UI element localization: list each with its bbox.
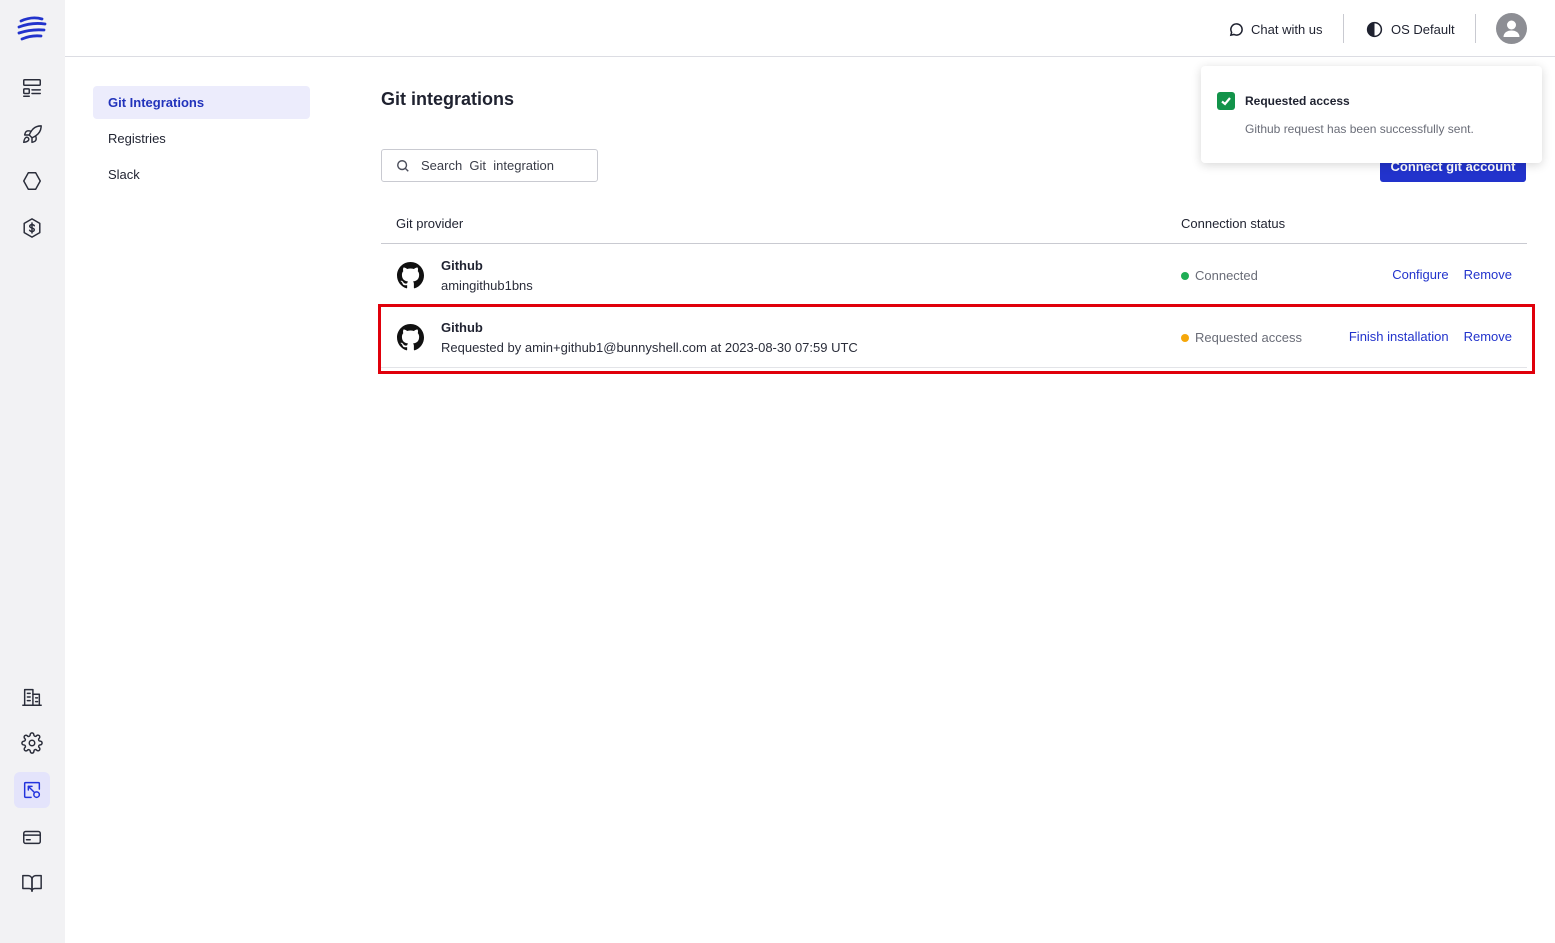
divider	[1475, 14, 1476, 43]
building-icon[interactable]	[14, 679, 50, 715]
search-icon	[397, 159, 409, 172]
column-header-status: Connection status	[1181, 216, 1286, 231]
subnav-item-git-integrations[interactable]: Git Integrations	[93, 86, 310, 119]
subnav-item-label: Registries	[108, 131, 166, 146]
remove-link[interactable]: Remove	[1464, 267, 1512, 282]
credit-card-icon[interactable]	[14, 819, 50, 855]
half-circle-contrast-icon	[1366, 21, 1383, 37]
provider-name: Github	[441, 258, 483, 273]
table-row: Github Requested by amin+github1@bunnysh…	[381, 306, 1527, 368]
subnav-item-slack[interactable]: Slack	[93, 158, 310, 191]
left-rail	[0, 0, 65, 943]
checkbox-success-icon	[1217, 92, 1235, 110]
connection-status: Requested access	[1181, 330, 1302, 345]
theme-label: OS Default	[1391, 21, 1455, 37]
subnav-item-label: Git Integrations	[108, 95, 205, 110]
logo-icon	[17, 16, 47, 41]
remove-link[interactable]: Remove	[1464, 329, 1512, 344]
gear-icon[interactable]	[14, 725, 50, 761]
user-avatar[interactable]	[1496, 13, 1527, 44]
layout-list-icon[interactable]	[14, 70, 50, 106]
chat-with-us-button[interactable]: Chat with us	[1229, 18, 1323, 40]
configure-link[interactable]: Configure	[1392, 267, 1448, 282]
provider-name: Github	[441, 320, 483, 335]
github-icon	[397, 262, 424, 289]
settings-subnav: Git Integrations Registries Slack	[93, 86, 310, 194]
bunnyshell-logo[interactable]	[14, 11, 50, 47]
subnav-item-registries[interactable]: Registries	[93, 122, 310, 155]
status-dot-orange	[1181, 333, 1189, 342]
page-title: Git integrations	[381, 89, 515, 109]
connection-status: Connected	[1181, 268, 1258, 283]
chat-label: Chat with us	[1251, 21, 1323, 37]
search-input[interactable]	[421, 158, 591, 173]
toast-notification: Requested access Github request has been…	[1201, 66, 1542, 163]
subnav-item-label: Slack	[108, 167, 140, 182]
search-box[interactable]	[381, 149, 598, 182]
status-text: Requested access	[1195, 330, 1302, 345]
book-icon[interactable]	[14, 865, 50, 901]
divider	[1343, 14, 1344, 43]
rocket-icon[interactable]	[14, 117, 50, 153]
hexagon-icon[interactable]	[14, 163, 50, 199]
table-header: Git provider Connection status	[381, 204, 1527, 244]
chat-bubble-icon	[1229, 22, 1243, 36]
user-icon	[1503, 20, 1520, 37]
toast-message: Github request has been successfully sen…	[1245, 122, 1474, 136]
row-actions: Finish installation Remove	[1349, 329, 1512, 344]
provider-account: amingithub1bns	[441, 278, 533, 293]
column-header-provider: Git provider	[396, 216, 464, 231]
row-actions: Configure Remove	[1392, 267, 1512, 282]
status-dot-green	[1181, 271, 1189, 280]
status-text: Connected	[1195, 268, 1258, 283]
toast-title: Requested access	[1245, 94, 1350, 108]
github-icon	[397, 324, 424, 351]
request-details: Requested by amin+github1@bunnyshell.com…	[441, 340, 858, 355]
finish-installation-link[interactable]: Finish installation	[1349, 329, 1449, 344]
integrations-icon[interactable]	[14, 772, 50, 808]
top-bar: Chat with us OS Default	[65, 0, 1555, 57]
cost-badge-icon[interactable]	[14, 210, 50, 246]
table-row: Github amingithub1bns Connected Configur…	[381, 244, 1527, 306]
theme-toggle-button[interactable]: OS Default	[1366, 18, 1455, 40]
